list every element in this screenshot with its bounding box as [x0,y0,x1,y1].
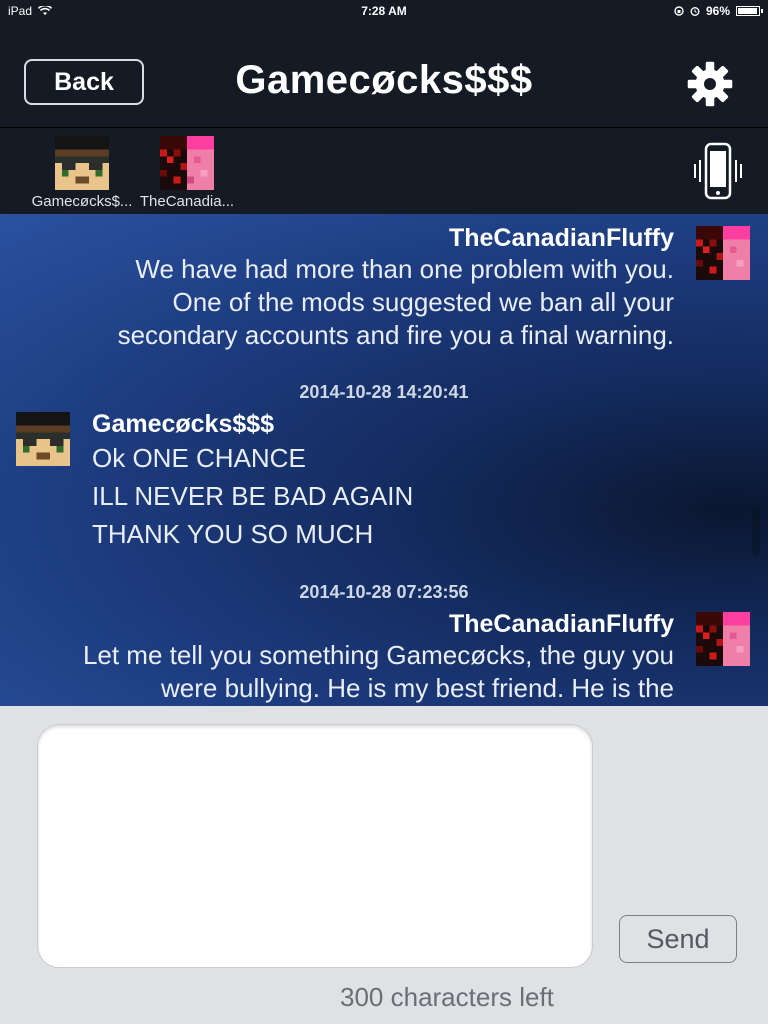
message-author: TheCanadianFluffy [448,610,674,638]
participant-gamecocks[interactable]: Gamecøcks$... [22,136,142,210]
message-line: We have had more than one problem with y… [135,254,674,284]
lock-rotation-icon [674,6,684,16]
conversation-title: Gamecøcks$$$ [235,58,533,102]
message-line: secondary accounts and fire you a final … [117,320,674,350]
chat-scrollbar[interactable] [752,506,760,556]
vibrate-phone-icon[interactable] [690,142,746,200]
participant-name: TheCanadia... [139,193,235,210]
message-line: Let me tell you something Gamecøcks, the… [82,640,674,670]
participants-bar: Gamecøcks$... TheCanadia... [0,128,768,215]
message-incoming: TheCanadianFluffy Let me tell you someth… [0,610,674,705]
message-line: One of the mods suggested we ban all you… [172,287,674,317]
gear-icon[interactable] [682,60,738,108]
message-line: ILL NEVER BE BAD AGAIN [92,481,414,511]
nav-header: Back Gamecøcks$$$ [0,22,768,128]
message-author: TheCanadianFluffy [448,224,674,252]
participant-thecanadianfluffy[interactable]: TheCanadia... [127,136,247,210]
participant-name: Gamecøcks$... [31,193,133,210]
thecanadianfluffy-avatar [696,226,750,280]
message-outgoing: Gamecøcks$$$ Ok ONE CHANCE ILL NEVER BE … [92,410,413,553]
gamecocks-avatar [16,412,70,466]
battery-icon [736,6,763,16]
alarm-icon [690,7,700,16]
status-bar: iPad 7:28 AM 96% [0,0,768,22]
message-timestamp: 2014-10-28 07:23:56 [299,582,469,602]
character-counter: 300 characters left [340,982,554,1012]
message-line: were bullying. He is my best friend. He … [161,673,674,703]
clock: 7:28 AM [361,4,407,18]
message-composer: Send 300 characters left [0,706,768,1024]
message-timestamp: 2014-10-28 14:20:41 [299,382,469,402]
message-line: Ok ONE CHANCE [92,443,306,473]
message-input[interactable] [37,724,593,968]
thecanadianfluffy-avatar [160,136,214,190]
message-line: THANK YOU SO MUCH [92,519,374,549]
battery-fill [738,8,758,14]
send-button[interactable]: Send [619,915,737,963]
message-incoming: TheCanadianFluffy We have had more than … [118,224,674,352]
battery-percent: 96% [705,4,730,18]
message-author: Gamecøcks$$$ [92,410,275,438]
thecanadianfluffy-avatar [696,612,750,666]
chat-thread[interactable]: TheCanadianFluffy We have had more than … [0,214,768,706]
gamecocks-avatar [55,136,109,190]
